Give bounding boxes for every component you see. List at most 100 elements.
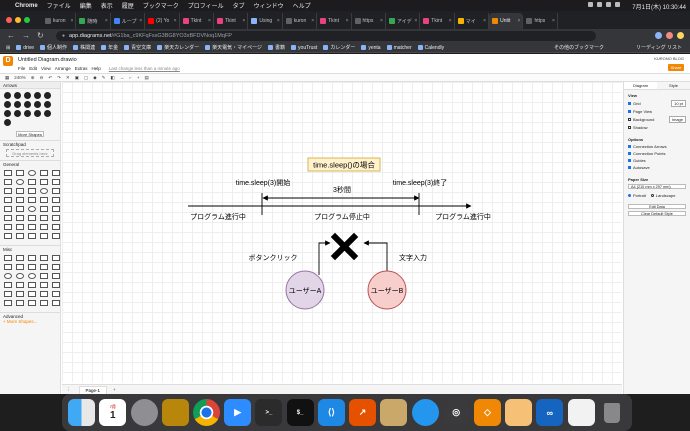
shape-item[interactable] — [28, 264, 36, 270]
duration-label[interactable]: 3秒間 — [333, 185, 351, 194]
paper-size-select[interactable]: A4 (210 mm x 297 mm) — [628, 184, 686, 189]
shape-item[interactable] — [28, 170, 36, 176]
extension-icon[interactable] — [666, 32, 673, 39]
browser-tab[interactable]: アイデ × — [386, 13, 421, 29]
shape-item[interactable] — [28, 233, 36, 239]
shape-item[interactable] — [16, 179, 24, 185]
guides-checkbox[interactable] — [628, 159, 631, 162]
shape-item[interactable] — [24, 101, 31, 108]
control-center-icon[interactable] — [615, 2, 620, 7]
wifi-icon[interactable] — [588, 2, 593, 7]
shape-item[interactable] — [52, 291, 60, 297]
browser-tab[interactable]: https × — [523, 13, 558, 29]
shape-item[interactable] — [16, 206, 24, 212]
finder-icon[interactable] — [68, 399, 96, 426]
autosave-option[interactable]: Autosave — [628, 165, 686, 170]
shape-item[interactable] — [28, 273, 36, 279]
shape-item[interactable] — [52, 264, 60, 270]
menubar-item-history[interactable]: 履歴 — [122, 1, 134, 10]
browser-tab[interactable]: (2) Yo × — [145, 13, 180, 29]
other-bookmarks-folder[interactable]: その他のブックマーク — [554, 44, 604, 51]
shadow-option[interactable]: Shadow — [628, 125, 686, 130]
browser-tab[interactable]: kuron × — [42, 13, 77, 29]
user-a-arrow[interactable] — [318, 240, 331, 275]
menu-extras[interactable]: Extras — [75, 66, 88, 72]
stopped-label[interactable]: プログラム停止中 — [314, 212, 370, 221]
shape-item[interactable] — [52, 215, 60, 221]
tab-close-icon[interactable]: × — [346, 18, 349, 24]
grid-size-input[interactable]: 10 pt — [671, 100, 686, 107]
shape-item[interactable] — [34, 110, 41, 117]
bookmark-item[interactable]: drive — [16, 45, 34, 51]
bookmark-item[interactable]: Calendly — [417, 45, 444, 51]
portrait-radio[interactable] — [628, 194, 631, 197]
shape-item[interactable] — [52, 300, 60, 306]
pages-menu-icon[interactable]: ⋮ — [66, 387, 71, 393]
tab-close-icon[interactable]: × — [449, 18, 452, 24]
right-event-label[interactable]: 文字入力 — [399, 253, 427, 262]
docker-icon[interactable] — [411, 399, 439, 426]
shape-item[interactable] — [40, 273, 48, 279]
shape-item[interactable] — [28, 300, 36, 306]
tab-close-icon[interactable]: × — [518, 18, 521, 24]
menu-edit[interactable]: Edit — [29, 66, 37, 72]
shape-item[interactable] — [52, 233, 60, 239]
image-button[interactable]: Image — [668, 116, 686, 123]
preview-icon[interactable] — [505, 399, 533, 426]
browser-tab[interactable]: Tkint × — [180, 13, 214, 29]
landscape-radio[interactable] — [650, 194, 654, 197]
browser-tab[interactable]: Tkint × — [214, 13, 249, 29]
undo-icon[interactable]: ↶ — [48, 75, 52, 81]
infinity-app-icon[interactable]: ∞ — [536, 399, 564, 426]
shape-item[interactable] — [40, 264, 48, 270]
shape-item[interactable] — [28, 215, 36, 221]
shape-item[interactable] — [40, 179, 48, 185]
document-title[interactable]: Untitled Diagram.drawio — [18, 57, 77, 63]
calendar-icon[interactable]: 7月 1 — [99, 399, 127, 426]
shape-item[interactable] — [4, 119, 11, 126]
page-view-option[interactable]: Page View — [628, 109, 686, 114]
trash-icon[interactable] — [599, 399, 626, 426]
bookmark-item[interactable]: 楽天カレンダー — [157, 44, 199, 51]
waypoints-icon[interactable]: ⌐ — [129, 75, 132, 80]
drawio-dock-icon[interactable]: ◇ — [473, 399, 501, 426]
tab-close-icon[interactable]: × — [380, 18, 383, 24]
bookmark-item[interactable]: 青空文庫 — [124, 44, 151, 51]
bookmark-item[interactable]: 個人制作 — [40, 44, 67, 51]
shape-search-input[interactable]: Arrows — [0, 82, 60, 89]
connection-icon[interactable]: → — [120, 75, 125, 80]
tab-close-icon[interactable]: × — [174, 18, 177, 24]
shape-item[interactable] — [14, 101, 21, 108]
shape-item[interactable] — [16, 197, 24, 203]
general-header[interactable]: General — [0, 160, 60, 167]
shape-item[interactable] — [14, 110, 21, 117]
shape-item[interactable] — [40, 300, 48, 306]
bookmark-item[interactable]: yenta — [361, 45, 381, 51]
scratchpad-header[interactable]: Scratchpad — [0, 140, 60, 147]
reload-icon[interactable]: ↻ — [37, 32, 44, 40]
shadow-checkbox[interactable] — [628, 126, 631, 129]
background-checkbox[interactable] — [628, 118, 631, 121]
shape-item[interactable] — [52, 179, 60, 185]
shape-item[interactable] — [52, 224, 60, 230]
zoom-app-icon[interactable]: ▶ — [224, 399, 252, 426]
zoom-window-button[interactable] — [24, 17, 30, 23]
shape-item[interactable] — [4, 215, 12, 221]
shape-item[interactable] — [4, 110, 11, 117]
shape-item[interactable] — [28, 188, 36, 194]
quicktime-icon[interactable]: ◎ — [442, 399, 470, 426]
browser-tab[interactable]: https × — [352, 13, 386, 29]
browser-tab[interactable]: Tkint × — [420, 13, 455, 29]
bookmark-item[interactable]: 年金 — [101, 44, 118, 51]
shape-item[interactable] — [28, 179, 36, 185]
battery-icon[interactable] — [597, 2, 602, 7]
guides-option[interactable]: Guides — [628, 158, 686, 163]
browser-tab[interactable]: マイ × — [455, 13, 490, 29]
lock-icon[interactable]: ● — [62, 33, 65, 39]
tab-diagram[interactable]: Diagram — [624, 82, 657, 89]
shape-item[interactable] — [28, 282, 36, 288]
shape-item[interactable] — [40, 291, 48, 297]
user-name[interactable]: KURONO BLOG — [654, 56, 684, 61]
shape-item[interactable] — [28, 291, 36, 297]
zoom-level[interactable]: 240% — [14, 75, 26, 80]
